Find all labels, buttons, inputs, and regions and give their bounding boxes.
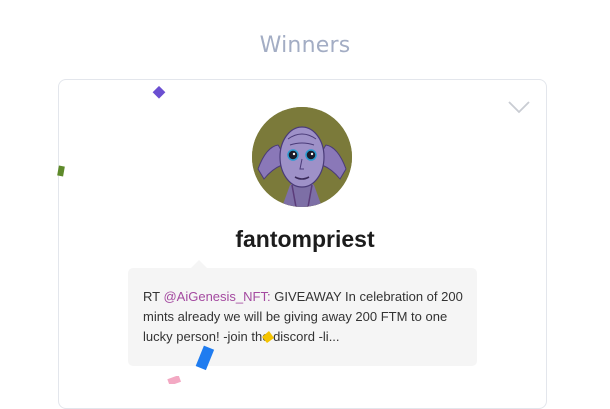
- confetti-pink: [167, 376, 182, 384]
- tweet-prefix: RT: [143, 289, 164, 304]
- confetti-green: [57, 165, 65, 177]
- confetti-blue: [195, 345, 215, 371]
- chevron-down-icon[interactable]: [507, 99, 531, 115]
- tweet-text: RT @AiGenesis_NFT: GIVEAWAY In celebrati…: [143, 287, 473, 347]
- alien-face-avatar-icon: [252, 107, 352, 207]
- page-title: Winners: [259, 33, 351, 58]
- tweet-mention-link[interactable]: @AiGenesis_NFT:: [163, 289, 270, 304]
- avatar: [252, 107, 352, 207]
- confetti-yellow: [262, 331, 274, 343]
- confetti-purple: [152, 86, 166, 99]
- tweet-bubble-tail: [190, 260, 208, 269]
- winner-username: fantompriest: [235, 226, 375, 252]
